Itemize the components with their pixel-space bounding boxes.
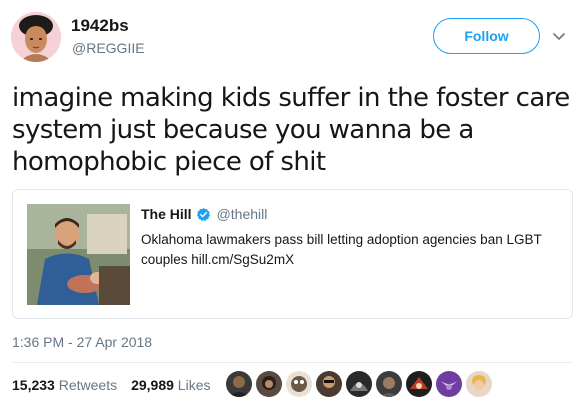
user-handle[interactable]: @REGGIIE xyxy=(72,40,145,56)
quoted-author-name[interactable]: The Hill xyxy=(141,206,192,222)
retweets-label: Retweets xyxy=(58,377,118,393)
liker-avatar[interactable] xyxy=(316,371,342,397)
display-name[interactable]: 1942bs xyxy=(71,16,129,36)
retweets-stat[interactable]: 15,233 Retweets xyxy=(12,377,117,393)
follow-button[interactable]: Follow xyxy=(433,18,540,54)
divider xyxy=(12,362,573,363)
likes-label: Likes xyxy=(177,377,211,393)
tweet-stats: 15,233 Retweets 29,989 Likes xyxy=(12,377,210,393)
quoted-author-handle[interactable]: @thehill xyxy=(217,206,268,222)
quoted-tweet-card[interactable]: The Hill @thehill Oklahoma lawmakers pas… xyxy=(12,189,573,319)
tweet-text: imagine making kids suffer in the foster… xyxy=(12,83,570,177)
quoted-tweet-image xyxy=(27,204,130,305)
liker-avatar[interactable] xyxy=(346,371,372,397)
liker-avatar[interactable] xyxy=(376,371,402,397)
liker-avatar[interactable] xyxy=(466,371,492,397)
avatar[interactable] xyxy=(11,12,61,62)
liker-avatar[interactable] xyxy=(256,371,282,397)
liker-avatar[interactable] xyxy=(286,371,312,397)
likes-count: 29,989 xyxy=(131,377,174,393)
liker-avatar[interactable] xyxy=(406,371,432,397)
quoted-tweet-author: The Hill @thehill xyxy=(141,206,267,222)
chevron-down-icon[interactable] xyxy=(551,28,567,44)
likes-stat[interactable]: 29,989 Likes xyxy=(131,377,210,393)
verified-badge-icon xyxy=(196,207,211,222)
quoted-tweet-text: Oklahoma lawmakers pass bill letting ado… xyxy=(141,232,542,267)
liker-avatar[interactable] xyxy=(436,371,462,397)
liker-avatar[interactable] xyxy=(226,371,252,397)
liker-avatars xyxy=(226,371,492,397)
avatar-illustration xyxy=(11,12,61,62)
retweets-count: 15,233 xyxy=(12,377,55,393)
tweet-timestamp[interactable]: 1:36 PM - 27 Apr 2018 xyxy=(12,334,152,350)
